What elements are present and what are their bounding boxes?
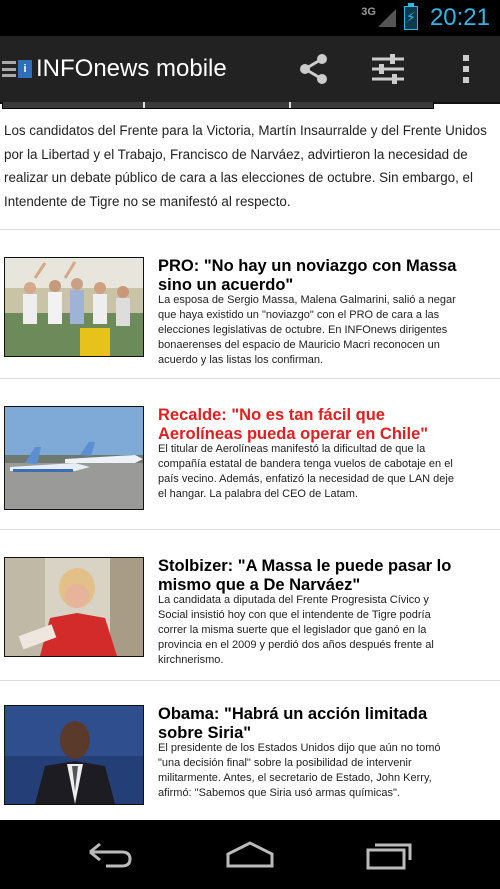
app-title[interactable]: INFOnews mobile [36,55,280,83]
drawer-menu-icon[interactable] [2,61,16,77]
clock: 20:21 [429,4,490,31]
overflow-menu-icon[interactable] [432,36,500,102]
article-thumbnail[interactable] [4,257,144,357]
article-item[interactable]: Recalde: "No es tan fácil que Aerolíneas… [0,378,500,527]
share-icon[interactable] [280,36,348,102]
article-title[interactable]: Stolbizer: "A Massa le puede pasar lo mi… [158,557,458,595]
news-list[interactable]: Los candidatos del Frente para la Victor… [0,102,500,820]
article-title[interactable]: PRO: "No hay un noviazgo con Massa sino … [158,257,458,295]
article-item[interactable]: Stolbizer: "A Massa le puede pasar lo mi… [0,529,500,680]
action-bar: i INFOnews mobile [0,36,500,104]
article-title[interactable]: Obama: "Habrá un acción limitada sobre S… [158,705,458,743]
app-logo-icon[interactable]: i [18,60,32,78]
article-thumbnail[interactable] [4,406,144,510]
article-summary: La candidata a diputada del Frente Progr… [158,594,434,666]
status-bar: 3G ⚡ 20:21 [0,0,500,36]
article-item[interactable]: PRO: "No hay un noviazgo con Massa sino … [0,229,500,378]
lead-image[interactable] [2,102,434,109]
article-item[interactable]: Obama: "Habrá un acción limitada sobre S… [0,680,500,820]
article-title[interactable]: Recalde: "No es tan fácil que Aerolíneas… [158,406,458,444]
article-thumbnail[interactable] [4,705,144,805]
back-icon[interactable] [75,830,145,880]
article-summary: El presidente de los Estados Unidos dijo… [158,742,441,799]
navigation-bar [0,820,500,889]
article-summary: El titular de Aerolíneas manifestó la di… [158,443,454,500]
signal-icon [377,9,396,27]
battery-icon: ⚡ [403,3,418,30]
network-type: 3G [361,6,376,18]
recent-apps-icon[interactable] [355,830,425,880]
article-summary: La esposa de Sergio Massa, Malena Galmar… [158,294,456,366]
home-icon[interactable] [215,830,285,880]
lead-text[interactable]: Los candidatos del Frente para la Victor… [4,119,494,213]
settings-sliders-icon[interactable] [354,36,422,102]
article-thumbnail[interactable] [4,557,144,657]
